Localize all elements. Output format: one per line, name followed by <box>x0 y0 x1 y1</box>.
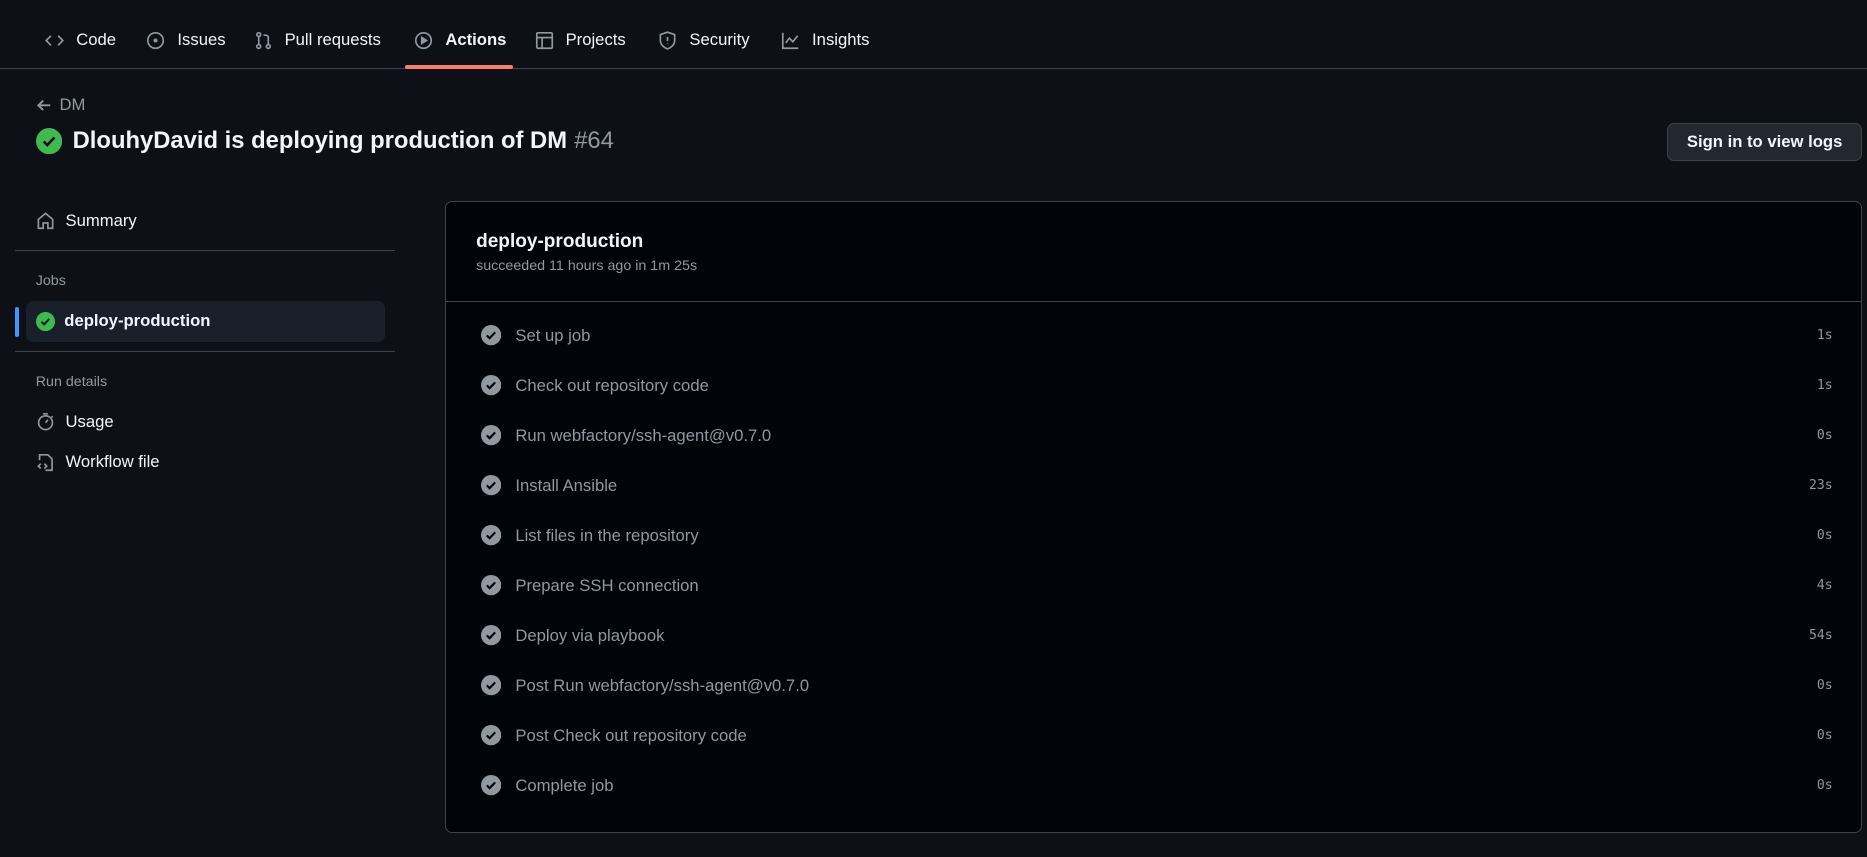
check-circle-icon <box>480 525 502 546</box>
sidebar-item-label: Summary <box>65 210 137 230</box>
sidebar-item-workflow-file[interactable]: Workflow file <box>36 452 160 472</box>
step-duration: 0s <box>1816 678 1833 694</box>
step-name: Post Check out repository code <box>515 725 747 745</box>
sidebar-item-summary[interactable]: Summary <box>36 211 137 231</box>
step-row[interactable]: Deploy via playbook 54s <box>446 611 1861 661</box>
step-name: Install Ansible <box>515 475 618 495</box>
step-row[interactable]: Post Check out repository code 0s <box>446 711 1861 761</box>
page-title: DlouhyDavid is deploying production of D… <box>35 127 614 155</box>
sign-in-to-view-logs-button[interactable]: Sign in to view logs <box>1666 122 1863 161</box>
job-divider <box>446 301 1862 303</box>
check-circle-icon <box>480 475 502 496</box>
pull-request-icon <box>255 31 271 50</box>
job-status-summary: succeeded 11 hours ago in 1m 25s <box>476 258 698 275</box>
tab-label: Insights <box>812 30 870 50</box>
play-icon <box>415 31 433 50</box>
run-number: #64 <box>574 127 614 155</box>
step-name: Post Run webfactory/ssh-agent@v0.7.0 <box>515 675 810 695</box>
tab-label: Issues <box>177 30 226 50</box>
step-row[interactable]: Set up job 1s <box>446 311 1861 361</box>
stopwatch-icon <box>37 413 53 431</box>
back-link[interactable]: DM <box>36 95 86 115</box>
run-details-heading: Run details <box>35 373 108 390</box>
check-circle-icon <box>480 325 502 346</box>
job-title: deploy-production <box>476 230 644 252</box>
selected-indicator <box>15 307 20 337</box>
tab-issues[interactable]: Issues <box>146 26 226 55</box>
step-duration: 54s <box>1809 628 1833 644</box>
tab-security[interactable]: Security <box>658 26 750 55</box>
sidebar-divider <box>15 351 396 353</box>
tab-insights[interactable]: Insights <box>781 26 869 55</box>
check-circle-icon <box>480 425 502 446</box>
tab-label: Actions <box>445 30 507 50</box>
step-name: Prepare SSH connection <box>515 575 699 595</box>
step-row[interactable]: Post Run webfactory/ssh-agent@v0.7.0 0s <box>446 661 1861 711</box>
check-circle-icon <box>35 128 62 155</box>
jobs-heading: Jobs <box>35 272 66 289</box>
check-circle-icon <box>480 375 502 396</box>
tab-label: Pull requests <box>284 30 381 50</box>
active-tab-underline <box>404 65 514 70</box>
step-name: Run webfactory/ssh-agent@v0.7.0 <box>515 425 772 445</box>
check-circle-icon <box>480 675 502 696</box>
step-name: Deploy via playbook <box>515 625 665 645</box>
job-panel: deploy-production succeeded 11 hours ago… <box>445 201 1863 834</box>
step-row[interactable]: Complete job 0s <box>446 761 1861 811</box>
issue-icon <box>147 31 165 50</box>
sidebar-item-label: Workflow file <box>65 452 160 472</box>
code-icon <box>45 35 65 46</box>
check-circle-icon <box>35 311 55 331</box>
step-duration: 0s <box>1816 728 1833 744</box>
shield-icon <box>660 31 676 50</box>
back-label: DM <box>59 95 86 115</box>
step-row[interactable]: List files in the repository 0s <box>446 511 1861 561</box>
sidebar-item-deploy-production[interactable]: deploy-production <box>26 301 385 342</box>
file-code-icon <box>36 453 53 472</box>
tab-label: Security <box>689 30 750 50</box>
page: Code Issues Pull requests Actions Projec… <box>0 0 1867 857</box>
step-duration: 4s <box>1816 578 1833 594</box>
tab-projects[interactable]: Projects <box>535 26 626 55</box>
repo-nav: Code Issues Pull requests Actions Projec… <box>0 0 1867 70</box>
graph-icon <box>782 32 799 50</box>
tab-actions[interactable]: Actions <box>414 26 506 55</box>
step-duration: 1s <box>1816 378 1833 394</box>
run-title: DlouhyDavid is deploying production of D… <box>72 127 568 155</box>
step-duration: 23s <box>1809 478 1833 494</box>
arrow-left-icon <box>36 99 50 111</box>
check-circle-icon <box>480 575 502 596</box>
step-duration: 0s <box>1816 428 1833 444</box>
step-duration: 0s <box>1816 778 1833 794</box>
step-row[interactable]: Prepare SSH connection 4s <box>446 561 1861 611</box>
step-row[interactable]: Run webfactory/ssh-agent@v0.7.0 0s <box>446 411 1861 461</box>
step-name: Complete job <box>515 775 614 795</box>
step-row[interactable]: Install Ansible 23s <box>446 461 1861 511</box>
step-duration: 1s <box>1816 328 1833 344</box>
step-duration: 0s <box>1816 528 1833 544</box>
tab-label: Projects <box>565 30 626 50</box>
step-name: List files in the repository <box>515 525 699 545</box>
sidebar-item-usage[interactable]: Usage <box>36 412 114 432</box>
check-circle-icon <box>480 725 502 746</box>
step-name: Check out repository code <box>515 375 709 395</box>
tab-pull-requests[interactable]: Pull requests <box>254 26 381 55</box>
home-icon <box>37 212 54 230</box>
sidebar-item-label: deploy-production <box>64 311 211 331</box>
tab-code[interactable]: Code <box>45 26 116 55</box>
step-name: Set up job <box>515 325 591 345</box>
sidebar-divider <box>15 250 396 252</box>
table-icon <box>535 31 553 50</box>
step-list: Set up job 1s Check out repository code 1s R… <box>446 311 1861 811</box>
sidebar-item-label: Usage <box>65 411 114 431</box>
check-circle-icon <box>480 625 502 646</box>
step-row[interactable]: Check out repository code 1s <box>446 361 1861 411</box>
tab-label: Code <box>76 30 117 50</box>
check-circle-icon <box>480 775 502 796</box>
